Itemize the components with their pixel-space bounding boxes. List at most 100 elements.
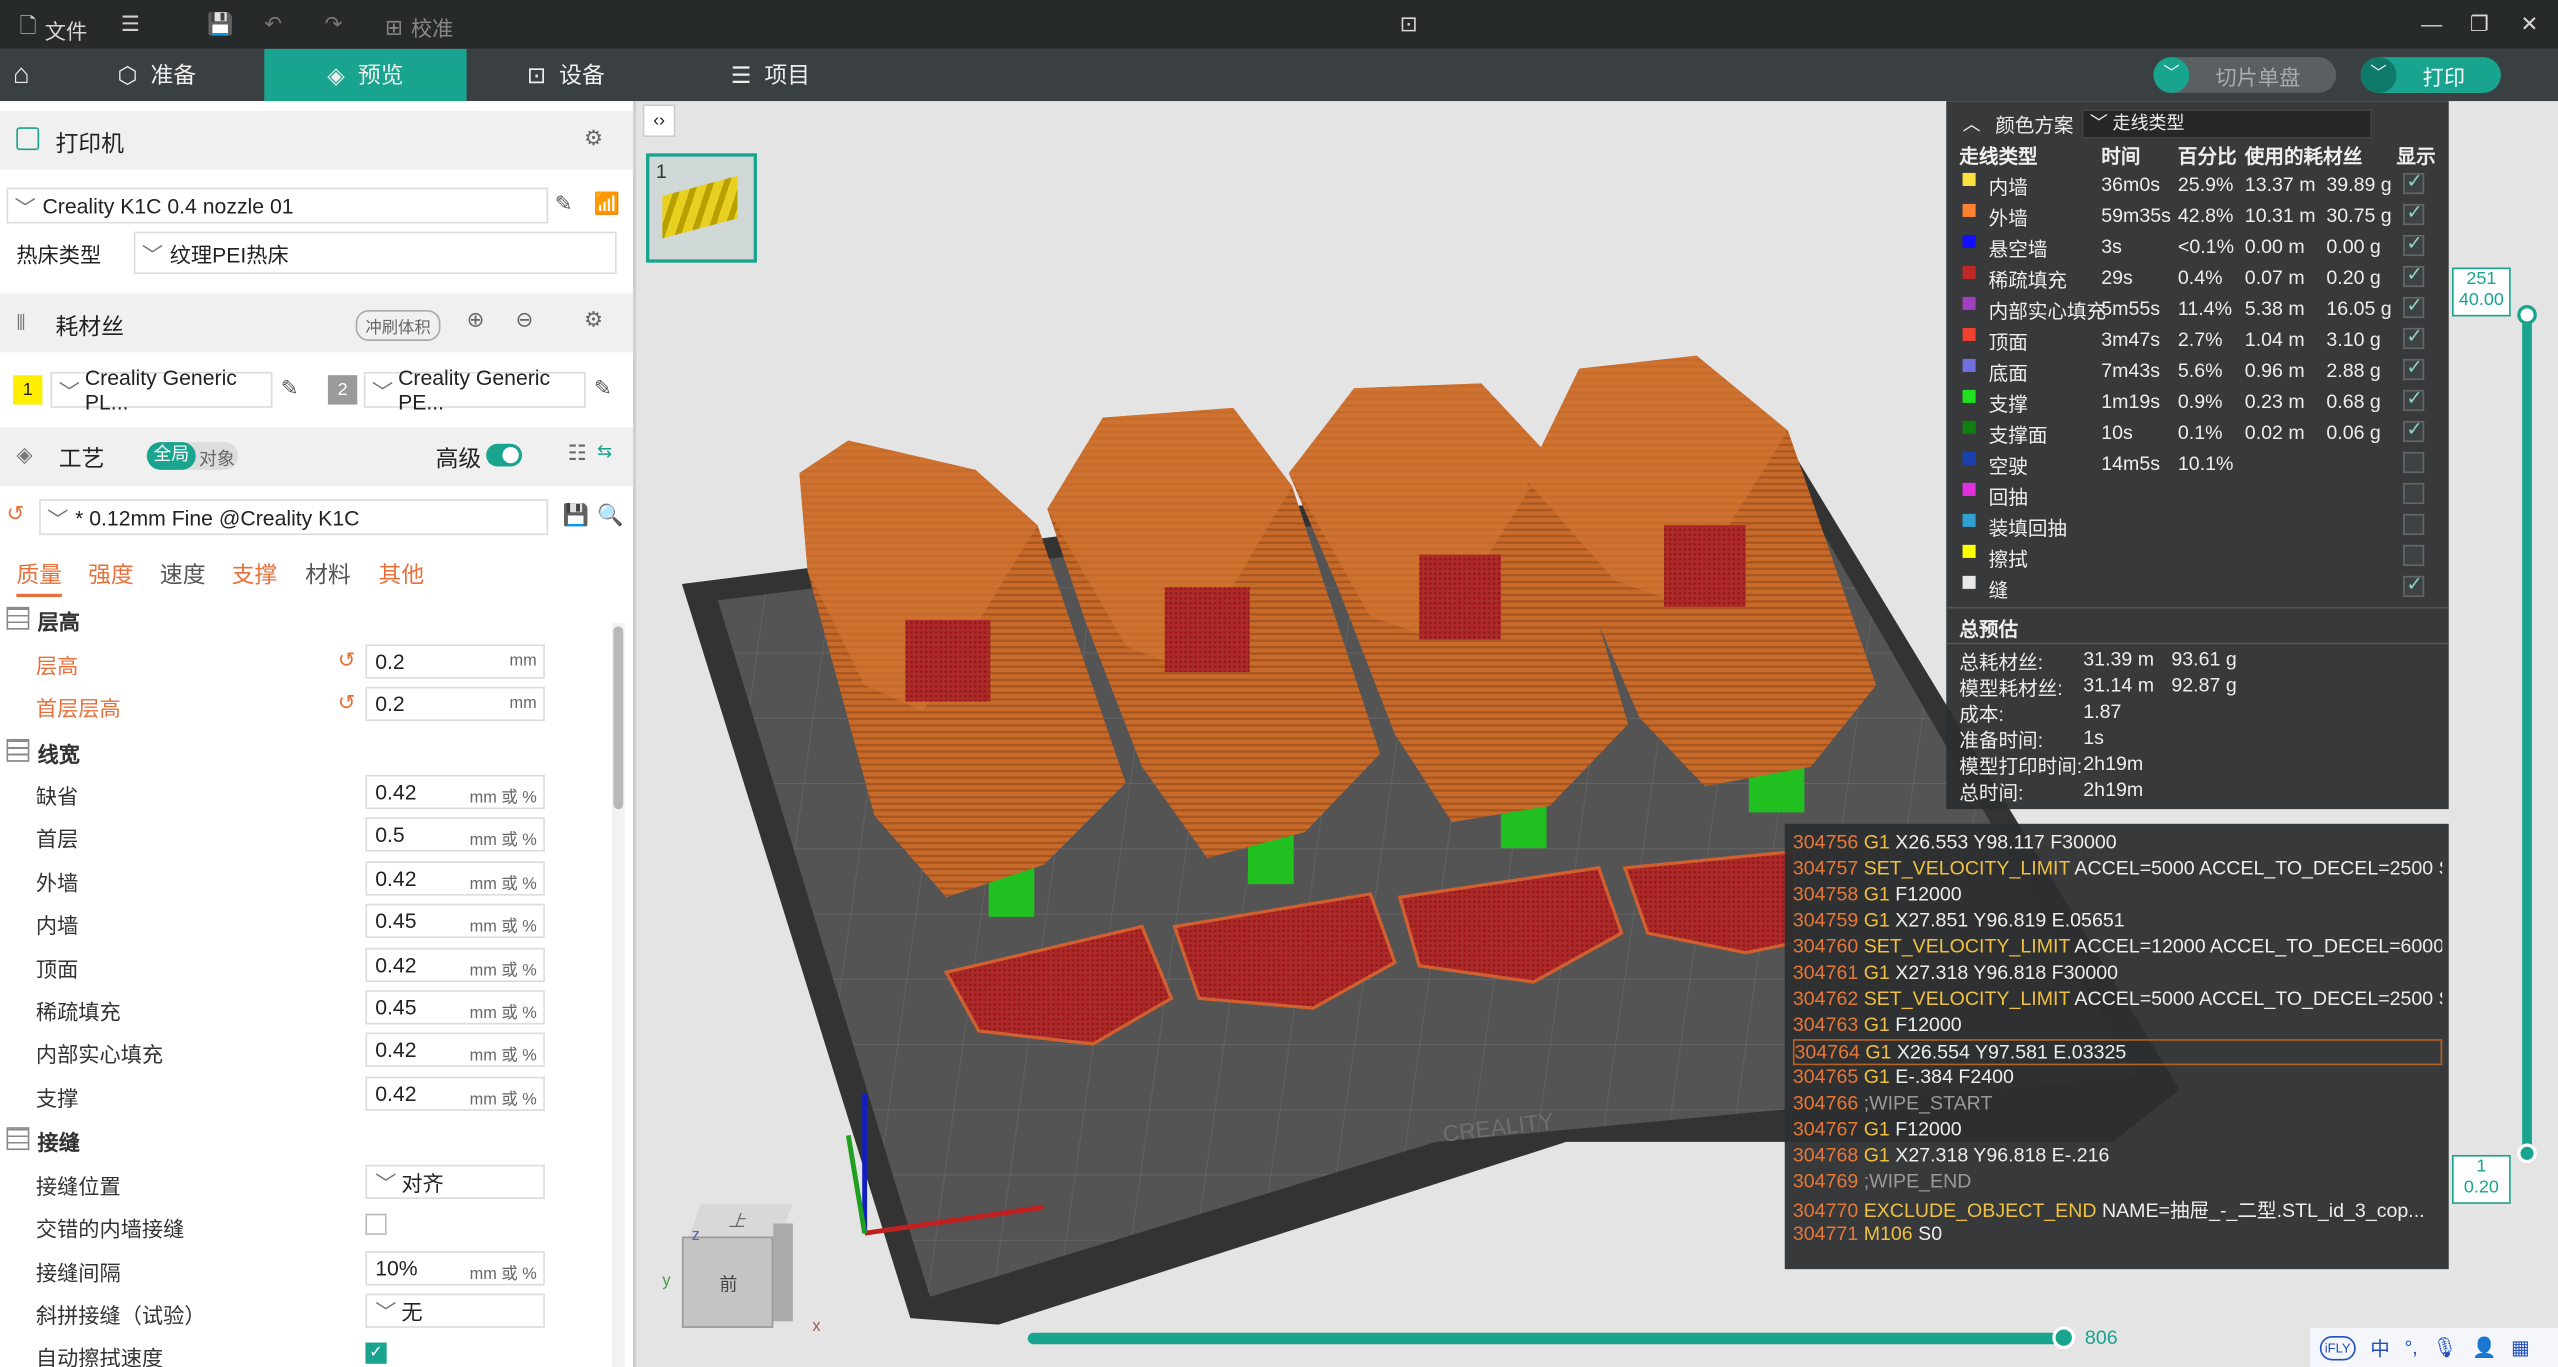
layer-slider-bottom-handle[interactable] bbox=[2517, 1143, 2537, 1164]
tab-project[interactable]: ☰ 项目 bbox=[731, 49, 810, 101]
advanced-toggle[interactable] bbox=[486, 443, 523, 467]
process-preset-select[interactable]: ﹀ * 0.12mm Fine @Creality K1C bbox=[39, 499, 549, 536]
layer-slider[interactable] bbox=[2522, 313, 2532, 1155]
line-width-input[interactable]: 0.45 mm 或 % bbox=[365, 990, 545, 1025]
ime-lang-toggle[interactable]: 中 bbox=[2370, 1334, 2390, 1362]
tab-speed[interactable]: 速度 bbox=[160, 558, 206, 591]
edit-printer-icon[interactable]: ✎ bbox=[555, 191, 573, 217]
legend-visibility-checkbox[interactable] bbox=[2403, 325, 2425, 350]
tab-material[interactable]: 材料 bbox=[305, 558, 351, 591]
add-filament-icon[interactable]: ⊕ bbox=[467, 307, 485, 333]
gcode-line[interactable]: 304768 G1 X27.318 Y96.818 E-.216 bbox=[1793, 1144, 2442, 1170]
line-width-input[interactable]: 0.42 mm 或 % bbox=[365, 860, 545, 896]
filament-slot-1-select[interactable]: ﹀ Creality Generic PL... bbox=[50, 365, 273, 414]
user-icon[interactable]: 👤 bbox=[2472, 1336, 2496, 1359]
reset-icon[interactable]: ↺ bbox=[338, 690, 356, 716]
wifi-icon[interactable]: 📶 bbox=[594, 191, 620, 217]
view-cube[interactable]: 上 前 bbox=[681, 1203, 793, 1335]
legend-visibility-checkbox[interactable] bbox=[2403, 513, 2425, 536]
remove-filament-icon[interactable]: ⊖ bbox=[516, 307, 534, 333]
settings-scrollbar[interactable] bbox=[611, 623, 625, 1367]
tab-other[interactable]: 其他 bbox=[378, 558, 424, 591]
legend-visibility-checkbox[interactable] bbox=[2403, 201, 2425, 226]
list-menu-button[interactable]: ☰ bbox=[121, 11, 140, 37]
legend-visibility-checkbox[interactable] bbox=[2403, 356, 2425, 381]
bed-type-select[interactable]: ﹀ 纹理PEI热床 bbox=[133, 231, 617, 275]
tab-quality[interactable]: 质量 bbox=[16, 558, 62, 598]
slice-dropdown-icon[interactable]: ﹀ bbox=[2153, 57, 2190, 93]
move-slider-handle[interactable] bbox=[2052, 1326, 2076, 1350]
legend-visibility-checkbox[interactable] bbox=[2403, 418, 2425, 443]
auto-wipe-checkbox[interactable]: ✓ bbox=[365, 1342, 387, 1364]
gcode-line[interactable]: 304757 SET_VELOCITY_LIMIT ACCEL=5000 ACC… bbox=[1793, 856, 2442, 882]
legend-visibility-checkbox[interactable] bbox=[2403, 387, 2425, 412]
global-object-toggle[interactable]: 全局 对象 bbox=[146, 442, 239, 470]
gcode-line[interactable]: 304766 ;WIPE_START bbox=[1793, 1091, 2442, 1117]
legend-visibility-checkbox[interactable] bbox=[2403, 232, 2425, 257]
punctuation-icon[interactable]: °, bbox=[2404, 1336, 2417, 1359]
flush-volume-button[interactable]: 冲刷体积 bbox=[355, 309, 441, 341]
compare-icon[interactable]: ☷ bbox=[568, 440, 587, 466]
search-settings-icon[interactable]: ⇆ bbox=[597, 440, 612, 462]
legend-visibility-checkbox[interactable] bbox=[2403, 573, 2425, 598]
line-width-input[interactable]: 0.45 mm 或 % bbox=[365, 904, 545, 939]
gcode-line[interactable]: 304769 ;WIPE_END bbox=[1793, 1170, 2442, 1196]
gcode-line[interactable]: 304767 G1 F12000 bbox=[1793, 1117, 2442, 1143]
printer-select[interactable]: ﹀ Creality K1C 0.4 nozzle 01 bbox=[6, 187, 549, 224]
gcode-line[interactable]: 304760 SET_VELOCITY_LIMIT ACCEL=12000 AC… bbox=[1793, 935, 2442, 961]
edit-filament-2-icon[interactable]: ✎ bbox=[594, 375, 612, 401]
home-tab[interactable]: ⌂ bbox=[13, 49, 30, 101]
close-button[interactable]: ✕ bbox=[2521, 11, 2539, 37]
tab-device[interactable]: ⊡ 设备 bbox=[527, 49, 605, 101]
tab-prepare[interactable]: ⬡ 准备 bbox=[117, 49, 196, 101]
line-width-input[interactable]: 0.5 mm 或 % bbox=[365, 817, 545, 853]
layer-height-input[interactable]: 0.2 mm bbox=[365, 644, 545, 679]
move-slider[interactable] bbox=[1027, 1332, 2072, 1345]
printer-settings-icon[interactable]: ⚙ bbox=[584, 126, 603, 152]
filament-settings-icon[interactable]: ⚙ bbox=[584, 307, 603, 333]
gcode-line[interactable]: 304765 G1 E-.384 F2400 bbox=[1793, 1065, 2442, 1091]
gcode-line[interactable]: 304761 G1 X27.318 Y96.818 F30000 bbox=[1793, 961, 2442, 987]
staggered-seam-checkbox[interactable] bbox=[365, 1213, 387, 1235]
legend-visibility-checkbox[interactable] bbox=[2403, 294, 2425, 319]
filament-slot-1-swatch[interactable]: 1 bbox=[13, 375, 43, 405]
gcode-line[interactable]: 304764 G1 X26.554 Y97.581 E.03325 bbox=[1792, 1039, 2443, 1066]
gcode-line[interactable]: 304771 M106 S0 bbox=[1793, 1222, 2442, 1248]
line-width-input[interactable]: 0.42 mm 或 % bbox=[365, 1033, 545, 1068]
tab-strength[interactable]: 强度 bbox=[88, 558, 134, 591]
legend-visibility-checkbox[interactable] bbox=[2403, 263, 2425, 288]
reset-icon[interactable]: ↺ bbox=[338, 648, 356, 674]
ime-brand-icon[interactable]: iFLY bbox=[2319, 1335, 2356, 1360]
print-button[interactable]: ﹀ 打印 bbox=[2360, 57, 2501, 93]
color-scheme-select[interactable]: ﹀ 走线类型 bbox=[2081, 109, 2373, 139]
print-dropdown-icon[interactable]: ﹀ bbox=[2360, 57, 2397, 93]
file-menu[interactable]: 🗋 文件 bbox=[20, 11, 88, 47]
edit-filament-1-icon[interactable]: ✎ bbox=[281, 375, 299, 401]
legend-visibility-checkbox[interactable] bbox=[2403, 170, 2425, 195]
line-width-input[interactable]: 0.42 mm 或 % bbox=[365, 1076, 545, 1111]
first-layer-height-input[interactable]: 0.2 mm bbox=[365, 686, 545, 722]
mic-icon[interactable]: 🎙 bbox=[2432, 1336, 2457, 1359]
restore-button[interactable]: ❐ bbox=[2470, 11, 2489, 37]
plate-thumbnail[interactable]: 1 bbox=[646, 153, 757, 263]
search-icon[interactable]: 🔍 bbox=[597, 502, 623, 528]
legend-visibility-checkbox[interactable] bbox=[2403, 544, 2425, 567]
seam-position-select[interactable]: ﹀ 对齐 bbox=[365, 1164, 545, 1200]
filament-slot-2-select[interactable]: ﹀ Creality Generic PE... bbox=[363, 365, 586, 414]
redo-button[interactable]: ↷ bbox=[325, 11, 343, 37]
filament-slot-2-swatch[interactable]: 2 bbox=[327, 375, 358, 405]
save-button[interactable]: 💾 bbox=[207, 11, 233, 37]
collapse-legend-icon[interactable]: ︿ bbox=[1963, 111, 1981, 137]
minimize-button[interactable]: — bbox=[2421, 11, 2442, 35]
reset-preset-icon[interactable]: ↺ bbox=[7, 501, 25, 527]
gcode-line[interactable]: 304762 SET_VELOCITY_LIMIT ACCEL=5000 ACC… bbox=[1793, 987, 2442, 1013]
gcode-line[interactable]: 304763 G1 F12000 bbox=[1793, 1013, 2442, 1039]
calibrate-menu[interactable]: ⊞ 校准 bbox=[385, 11, 453, 42]
legend-visibility-checkbox[interactable] bbox=[2403, 482, 2425, 505]
grid-icon[interactable]: ▦ bbox=[2511, 1336, 2530, 1359]
undo-button[interactable]: ↶ bbox=[264, 11, 282, 37]
gcode-viewer[interactable]: 304756 G1 X26.553 Y98.117 F30000 304757 S… bbox=[1784, 823, 2449, 1270]
tab-support[interactable]: 支撑 bbox=[232, 558, 278, 591]
line-width-input[interactable]: 0.42 mm 或 % bbox=[365, 774, 545, 810]
gcode-line[interactable]: 304770 EXCLUDE_OBJECT_END NAME=抽屉_-_二型.S… bbox=[1793, 1196, 2442, 1222]
